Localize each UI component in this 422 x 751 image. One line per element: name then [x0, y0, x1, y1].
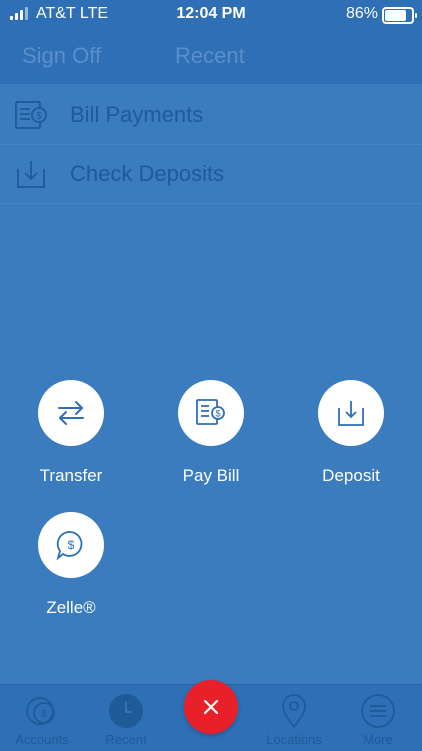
- tab-more[interactable]: More: [333, 693, 422, 747]
- battery-icon: [382, 7, 417, 24]
- menu-item-check-deposits[interactable]: Check Deposits: [0, 145, 422, 204]
- status-bar: AT&T LTE 12:04 PM 86%: [0, 0, 422, 28]
- menu-lines-icon: [360, 693, 396, 729]
- page-title: Recent: [175, 43, 245, 68]
- svg-text:$: $: [36, 111, 42, 122]
- pay-bill-label: Pay Bill: [182, 466, 240, 485]
- tab-label: More: [363, 732, 393, 747]
- transfer-arrows-icon: [38, 380, 104, 446]
- svg-text:$: $: [215, 409, 220, 419]
- svg-text:$: $: [41, 709, 47, 720]
- transfer-button[interactable]: Transfer: [16, 380, 126, 486]
- location-pin-icon: [276, 693, 312, 729]
- menu-item-label: Check Deposits: [70, 161, 225, 186]
- deposit-label: Deposit: [322, 466, 380, 485]
- tab-recent[interactable]: Recent: [81, 693, 171, 747]
- menu-item-bill-payments[interactable]: $ Bill Payments: [0, 86, 422, 145]
- deposit-button[interactable]: Deposit: [296, 380, 406, 486]
- bill-icon: $: [14, 98, 48, 132]
- tab-accounts[interactable]: $ Accounts: [0, 693, 87, 747]
- nav-bar: Sign Off Recent: [0, 28, 422, 84]
- zelle-button[interactable]: $ Zelle®: [16, 512, 126, 618]
- close-icon: [203, 699, 219, 715]
- tab-locations[interactable]: Locations: [249, 693, 339, 747]
- deposit-tray-icon: [14, 157, 48, 191]
- tab-label: Locations: [266, 732, 322, 747]
- clock-icon: [108, 693, 144, 729]
- pay-bill-button[interactable]: $ Pay Bill: [156, 380, 266, 486]
- zelle-label: Zelle®: [46, 598, 96, 617]
- pay-bill-icon: $: [178, 380, 244, 446]
- tab-label: Recent: [105, 732, 147, 747]
- sign-off-button[interactable]: Sign Off: [22, 43, 101, 69]
- transfer-label: Transfer: [39, 466, 103, 485]
- menu-item-label: Bill Payments: [70, 102, 204, 127]
- svg-text:$: $: [68, 538, 75, 552]
- deposit-icon: [318, 380, 384, 446]
- accounts-icon: $: [24, 693, 60, 729]
- recent-menu-list: $ Bill Payments Check Deposits: [0, 86, 422, 204]
- battery-percent: 86%: [345, 5, 378, 22]
- zelle-chat-dollar-icon: $: [38, 512, 104, 578]
- tab-label: Accounts: [15, 732, 69, 747]
- close-button[interactable]: [184, 680, 238, 734]
